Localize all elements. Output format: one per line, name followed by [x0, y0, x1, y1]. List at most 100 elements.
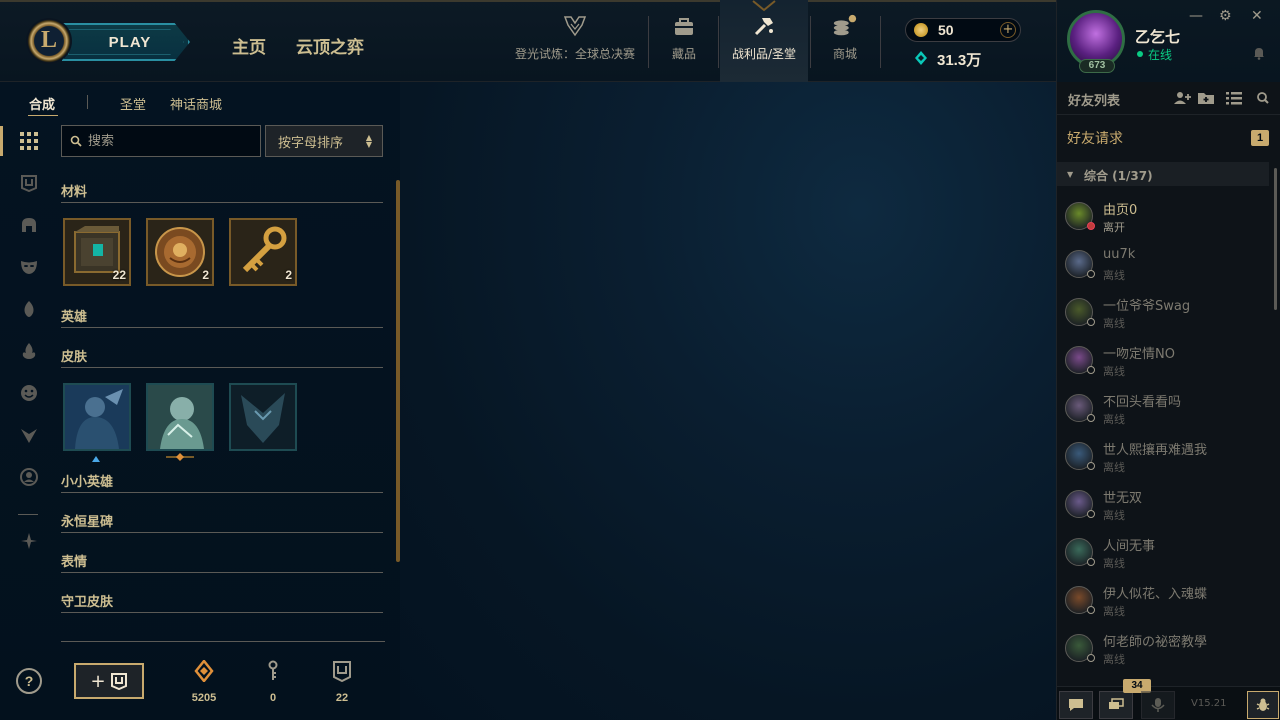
- group-label: 综合 (1/37): [1084, 169, 1153, 183]
- play-button[interactable]: PLAY: [62, 23, 190, 61]
- friend-status: 离线: [1103, 269, 1125, 282]
- friend-search-icon[interactable]: [1255, 91, 1273, 105]
- collection-button[interactable]: 藏品: [654, 0, 714, 82]
- item-count: 2: [285, 268, 292, 282]
- friend-status: 离线: [1103, 461, 1125, 474]
- notification-bell-icon[interactable]: [1252, 46, 1266, 60]
- list-view-icon[interactable]: [1225, 91, 1243, 105]
- bug-report-button[interactable]: [1247, 691, 1279, 719]
- collection-bag-icon: [671, 13, 697, 39]
- top-navigation-bar: PLAY L 主页 云顶之弈 登光试炼：全球总决赛 藏品 战利品/圣堂 商城 5…: [0, 0, 1056, 82]
- friend-status-dot: [1087, 654, 1095, 662]
- filter-ward-icon[interactable]: [18, 298, 40, 320]
- minimize-icon[interactable]: —: [1189, 8, 1203, 24]
- buy-rp-button[interactable]: +: [1000, 22, 1016, 38]
- client-version: V15.21: [1191, 698, 1227, 709]
- filter-little-legend-icon[interactable]: [18, 424, 40, 446]
- friend-row[interactable]: 不回头看看吗 离线: [1057, 384, 1271, 432]
- filter-champion-helmet-icon[interactable]: [18, 214, 40, 236]
- friend-group-header[interactable]: ▼ 综合 (1/37): [1057, 162, 1269, 186]
- filter-profile-icon[interactable]: [18, 466, 40, 488]
- friend-row[interactable]: 一吻定情NO 离线: [1057, 336, 1271, 384]
- divider: [61, 641, 385, 642]
- add-folder-icon[interactable]: [1197, 91, 1215, 105]
- category-emotes[interactable]: 表情: [61, 551, 383, 573]
- friend-row[interactable]: 人间无事 离线: [1057, 528, 1271, 576]
- worlds-event-button[interactable]: 登光试炼：全球总决赛: [510, 0, 640, 82]
- category-materials[interactable]: 材料: [61, 181, 383, 203]
- category-little-legends[interactable]: 小小英雄: [61, 471, 383, 493]
- add-friend-icon[interactable]: [1173, 91, 1191, 105]
- friend-name: 不回头看看吗: [1103, 395, 1182, 410]
- nav-tft[interactable]: 云顶之弈: [296, 33, 364, 58]
- friend-row[interactable]: 何老師の祕密教學 离线: [1057, 624, 1271, 672]
- item-count: 22: [112, 268, 126, 282]
- filter-flame-icon[interactable]: [18, 340, 40, 362]
- collapse-arrow-icon: ▼: [1067, 170, 1074, 179]
- loot-button[interactable]: 战利品/圣堂: [720, 0, 808, 82]
- store-button[interactable]: 商城: [818, 0, 872, 82]
- material-orb[interactable]: 2: [146, 218, 214, 286]
- summoner-name[interactable]: 乙乞七: [1135, 26, 1180, 47]
- skin-shard-1[interactable]: [63, 383, 131, 451]
- divider: [18, 514, 38, 515]
- category-skins[interactable]: 皮肤: [61, 346, 383, 368]
- divider: [718, 16, 719, 68]
- material-key[interactable]: 2: [229, 218, 297, 286]
- chest-icon: [333, 661, 351, 683]
- profile-panel: 673 乙乞七 在线 — ⚙ ✕: [1056, 0, 1280, 82]
- category-ward-skins[interactable]: 守卫皮肤: [61, 591, 383, 613]
- inventory-scrollbar[interactable]: [396, 180, 400, 562]
- settings-gear-icon[interactable]: ⚙: [1219, 8, 1232, 24]
- skin-shard-3[interactable]: [229, 383, 297, 451]
- orange-essence-value: 5205: [191, 692, 217, 704]
- tab-mythic-shop[interactable]: 神话商城: [170, 94, 222, 113]
- logo-letter: L: [41, 27, 58, 53]
- category-champions[interactable]: 英雄: [61, 306, 383, 328]
- friend-status: 离开: [1103, 221, 1125, 234]
- chest-icon: [110, 673, 127, 690]
- friend-status: 离线: [1103, 509, 1125, 522]
- close-icon[interactable]: ✕: [1251, 8, 1263, 24]
- friend-row[interactable]: 伊人似花、入魂蝶 离线: [1057, 576, 1271, 624]
- nav-home[interactable]: 主页: [232, 33, 266, 58]
- key-fragment-counter: 0: [253, 660, 293, 704]
- category-eternals[interactable]: 永恒星碑: [61, 511, 383, 533]
- help-button[interactable]: ?: [16, 668, 42, 694]
- divider: [648, 16, 649, 68]
- filter-all-grid-icon[interactable]: [18, 130, 40, 152]
- friend-name: 伊人似花、入魂蝶: [1103, 587, 1208, 602]
- chat-button[interactable]: [1059, 691, 1093, 719]
- add-chest-button[interactable]: +: [74, 663, 144, 699]
- friend-row[interactable]: 一位爷爷Swag 离线: [1057, 288, 1271, 336]
- friend-requests-label[interactable]: 好友请求: [1067, 128, 1123, 148]
- microphone-icon: [1151, 698, 1165, 712]
- friend-name: 由页0: [1103, 203, 1138, 218]
- status-text[interactable]: 在线: [1148, 46, 1172, 63]
- store-label: 商城: [832, 47, 857, 61]
- key-fragment-icon: [268, 660, 278, 680]
- sort-dropdown[interactable]: 按字母排序 ▲ ▼: [265, 125, 383, 157]
- search-icon: [70, 135, 82, 147]
- tab-crafting[interactable]: 合成: [29, 94, 55, 113]
- friends-scrollbar[interactable]: [1274, 168, 1277, 310]
- friend-row[interactable]: 世人熙攘再难遇我 离线: [1057, 432, 1271, 480]
- filter-emote-face-icon[interactable]: [18, 382, 40, 404]
- league-logo-icon[interactable]: L: [26, 18, 72, 64]
- filter-chest-icon[interactable]: [18, 172, 40, 194]
- filter-skin-mask-icon[interactable]: [18, 256, 40, 278]
- search-input[interactable]: [88, 132, 258, 150]
- voice-button[interactable]: [1141, 691, 1175, 719]
- level-badge: 673: [1079, 59, 1115, 73]
- skin-shard-2[interactable]: [146, 383, 214, 451]
- divider: [810, 16, 811, 68]
- friend-row[interactable]: 世无双 离线: [1057, 480, 1271, 528]
- filter-eternals-icon[interactable]: [18, 530, 40, 552]
- key-fragment-value: 0: [269, 692, 277, 704]
- conversations-button[interactable]: [1099, 691, 1133, 719]
- tab-sanctum[interactable]: 圣堂: [120, 94, 146, 113]
- material-hextech-chest[interactable]: 22: [63, 218, 131, 286]
- friend-row[interactable]: uu7k 离线: [1057, 240, 1271, 288]
- friend-row[interactable]: 由页0 离开: [1057, 192, 1271, 240]
- friend-name: 一吻定情NO: [1103, 347, 1175, 362]
